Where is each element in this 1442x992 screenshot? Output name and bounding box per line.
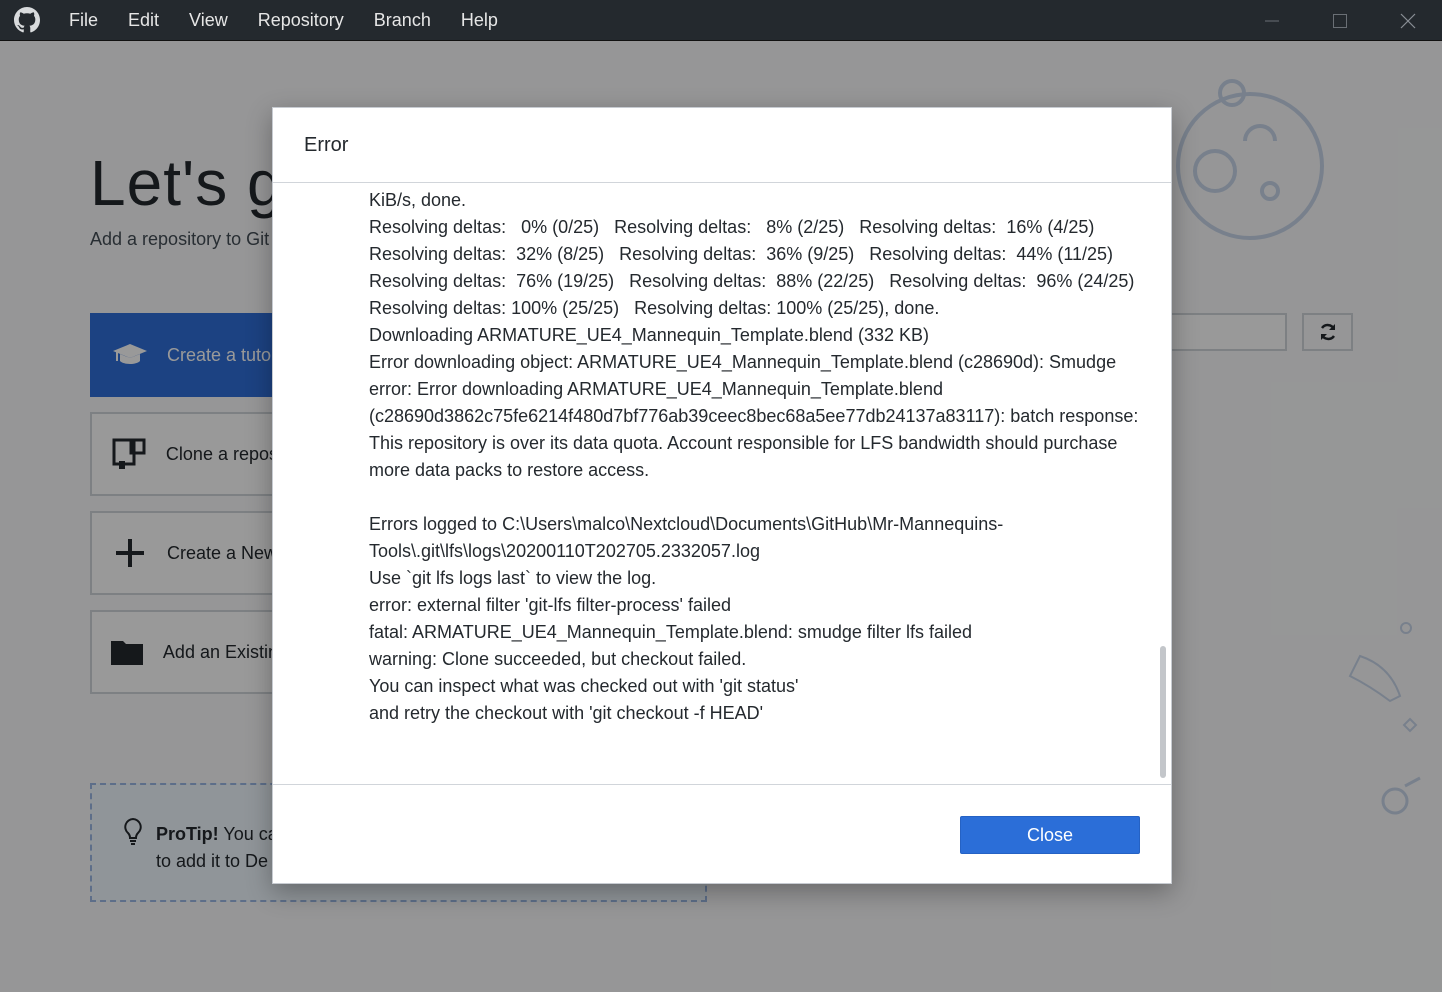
log-line: Resolving deltas: 32% (8/25) Resolving d… xyxy=(369,244,1114,264)
dialog-footer: Close xyxy=(273,784,1171,883)
log-line: error: Error downloading ARMATURE_UE4_Ma… xyxy=(369,379,943,399)
log-line: and retry the checkout with 'git checkou… xyxy=(369,703,764,723)
window-close-button[interactable] xyxy=(1374,0,1442,41)
log-line: Resolving deltas: 76% (19/25) Resolving … xyxy=(369,271,1135,291)
error-log: KiB/s, done. Resolving deltas: 0% (0/25) … xyxy=(369,187,1139,727)
close-button[interactable]: Close xyxy=(960,816,1140,854)
dialog-header: Error xyxy=(273,108,1171,183)
log-line: This repository is over its data quota. … xyxy=(369,433,1118,453)
close-icon xyxy=(1400,13,1416,28)
minimize-icon xyxy=(1265,20,1279,21)
log-line: Use `git lfs logs last` to view the log. xyxy=(369,568,657,588)
title-bar: File Edit View Repository Branch Help xyxy=(0,0,1442,41)
menu-help[interactable]: Help xyxy=(446,0,513,41)
log-line: You can inspect what was checked out wit… xyxy=(369,676,799,696)
minimize-button[interactable] xyxy=(1238,0,1306,41)
maximize-icon xyxy=(1333,13,1347,28)
log-line: Error downloading object: ARMATURE_UE4_M… xyxy=(369,352,1117,372)
dialog-body[interactable]: KiB/s, done. Resolving deltas: 0% (0/25) … xyxy=(273,184,1171,784)
menu-repository[interactable]: Repository xyxy=(243,0,359,41)
menu-bar: File Edit View Repository Branch Help xyxy=(54,0,513,41)
log-line: fatal: ARMATURE_UE4_Mannequin_Template.b… xyxy=(369,622,972,642)
log-line: more data packs to restore access. xyxy=(369,460,650,480)
log-line: warning: Clone succeeded, but checkout f… xyxy=(369,649,747,669)
log-line: Resolving deltas: 100% (25/25) Resolving… xyxy=(369,298,940,318)
error-dialog: Error KiB/s, done. Resolving deltas: 0% (… xyxy=(272,107,1172,884)
log-line: (c28690d3862c75fe6214f480d7bf776ab39ceec… xyxy=(369,406,1139,426)
log-line: KiB/s, done. xyxy=(369,190,467,210)
log-line: Tools\.git\lfs\logs\20200110T202705.2332… xyxy=(369,541,760,561)
log-line: Errors logged to C:\Users\malco\Nextclou… xyxy=(369,514,1004,534)
github-logo-icon xyxy=(0,0,54,41)
menu-edit[interactable]: Edit xyxy=(113,0,174,41)
menu-file[interactable]: File xyxy=(54,0,113,41)
window-controls xyxy=(1238,0,1442,41)
scrollbar-thumb[interactable] xyxy=(1160,646,1166,778)
log-line: Resolving deltas: 0% (0/25) Resolving de… xyxy=(369,217,1095,237)
menu-branch[interactable]: Branch xyxy=(359,0,446,41)
dialog-title: Error xyxy=(304,134,349,156)
maximize-button[interactable] xyxy=(1306,0,1374,41)
menu-view[interactable]: View xyxy=(174,0,243,41)
log-line: Downloading ARMATURE_UE4_Mannequin_Templ… xyxy=(369,325,929,345)
log-line: error: external filter 'git-lfs filter-p… xyxy=(369,595,731,615)
